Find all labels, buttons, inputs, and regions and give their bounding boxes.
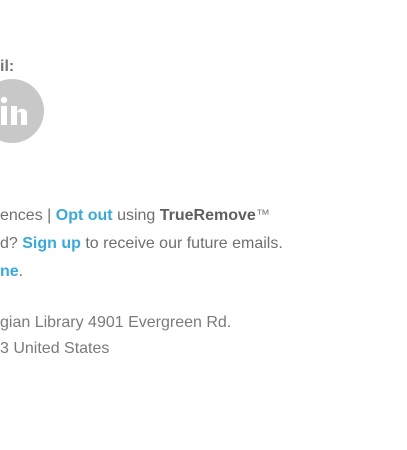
address-line-2: 3 United States	[0, 340, 110, 357]
linkedin-icon[interactable]	[0, 79, 44, 143]
extra-link-line: ne.	[0, 262, 23, 282]
trueremove-brand: TrueRemove	[159, 207, 256, 224]
email-footer: il: ences | Opt out using TrueRemove™ d?…	[0, 0, 407, 450]
cropped-footer-link[interactable]: ne	[0, 263, 19, 280]
share-heading: il:	[0, 58, 15, 75]
address-line-1: gian Library 4901 Evergreen Rd.	[0, 314, 232, 331]
trademark-symbol: ™	[255, 206, 270, 222]
manage-preferences-line: ences | Opt out using TrueRemove™	[0, 204, 270, 226]
sign-up-link[interactable]: Sign up	[22, 235, 81, 252]
signup-line: d? Sign up to receive our future emails.	[0, 234, 283, 254]
period-text: .	[18, 263, 24, 280]
preferences-prefix: ences |	[0, 207, 56, 224]
opt-out-link[interactable]: Opt out	[56, 207, 113, 224]
signup-prefix: d?	[0, 235, 23, 252]
signup-suffix: to receive our future emails.	[80, 235, 283, 252]
using-text: using	[112, 207, 160, 224]
